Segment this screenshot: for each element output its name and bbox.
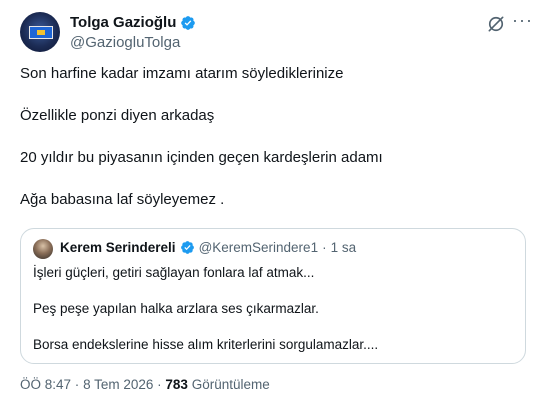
author-handle[interactable]: @GaziogluTolga xyxy=(70,34,180,51)
tweet-date[interactable]: 8 Tem 2026 xyxy=(83,377,153,392)
separator-dot: · xyxy=(157,377,162,392)
more-options-icon[interactable]: ··· xyxy=(512,11,534,33)
views-label: Görüntüleme xyxy=(191,377,270,392)
quoted-author-name[interactable]: Kerem Serindereli xyxy=(60,240,176,255)
quoted-text-line: Peş peşe yapılan halka arzlara ses çıkar… xyxy=(33,301,319,316)
tweet-text-line: Ağa babasına laf söyleyemez . xyxy=(20,191,225,208)
quoted-text-line: Borsa endekslerine hisse alım kriterleri… xyxy=(33,337,379,352)
tweet: Tolga Gazioğlu @GaziogluTolga ··· Son ha… xyxy=(0,0,556,401)
tweet-text-line: Son harfine kadar imzamı atarım söyledik… xyxy=(20,65,344,82)
separator-dot: · xyxy=(74,377,80,392)
quoted-text-line: İşleri güçleri, getiri sağlayan fonlara … xyxy=(33,265,315,280)
quoted-tweet-header: Kerem Serindereli @KeremSerindere1 · 1 s… xyxy=(60,240,356,255)
views-count[interactable]: 783 xyxy=(165,377,188,392)
tweet-time[interactable]: ÖÖ 8:47 xyxy=(20,377,71,392)
verified-badge-icon xyxy=(180,241,194,254)
tweet-text: Son harfine kadar imzamı atarım söyledik… xyxy=(20,64,530,210)
tweet-meta: ÖÖ 8:47 · 8 Tem 2026 · 783 Görüntüleme xyxy=(20,377,270,392)
tweet-text-line: 20 yıldır bu piyasanın içinden geçen kar… xyxy=(20,149,383,166)
avatar-flag-image xyxy=(29,26,53,39)
grok-icon[interactable] xyxy=(486,14,506,34)
quoted-tweet-text: İşleri güçleri, getiri sağlayan fonlara … xyxy=(33,264,517,354)
quoted-tweet-time[interactable]: 1 sa xyxy=(331,240,357,255)
quoted-author-handle[interactable]: @KeremSerindere1 xyxy=(199,240,319,255)
author-name[interactable]: Tolga Gazioğlu xyxy=(70,14,176,31)
author-avatar[interactable] xyxy=(20,12,60,52)
quoted-tweet-card[interactable]: Kerem Serindereli @KeremSerindere1 · 1 s… xyxy=(20,228,526,364)
verified-badge-icon xyxy=(181,15,196,30)
author-name-row[interactable]: Tolga Gazioğlu xyxy=(70,14,196,31)
quoted-author-avatar[interactable] xyxy=(33,239,53,259)
tweet-text-line: Özellikle ponzi diyen arkadaş xyxy=(20,107,215,124)
separator-dot: · xyxy=(322,240,327,255)
